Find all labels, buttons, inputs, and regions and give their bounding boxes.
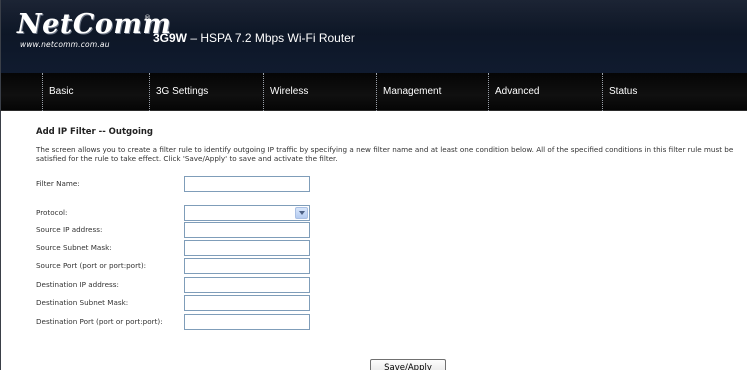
dest-mask-label: Destination Subnet Mask: bbox=[36, 298, 129, 307]
source-mask-input[interactable] bbox=[184, 240, 310, 256]
source-ip-label: Source IP address: bbox=[36, 225, 103, 234]
nav-item-basic[interactable]: Basic bbox=[42, 73, 73, 111]
dest-ip-row: Destination IP address: bbox=[36, 277, 336, 293]
nav-item-management[interactable]: Management bbox=[376, 73, 441, 111]
filter-name-label: Filter Name: bbox=[36, 179, 80, 188]
dest-port-label: Destination Port (port or port:port): bbox=[36, 317, 163, 326]
page-description: The screen allows you to create a filter… bbox=[36, 145, 734, 163]
page-title: Add IP Filter -- Outgoing bbox=[36, 127, 153, 137]
main-content: Add IP Filter -- Outgoing The screen all… bbox=[0, 111, 747, 370]
nav-item-status[interactable]: Status bbox=[602, 73, 637, 111]
dest-mask-input[interactable] bbox=[184, 295, 310, 311]
source-mask-row: Source Subnet Mask: bbox=[36, 240, 336, 256]
filter-name-row: Filter Name: bbox=[36, 176, 336, 192]
nav-item-advanced[interactable]: Advanced bbox=[488, 73, 539, 111]
source-ip-row: Source IP address: bbox=[36, 222, 336, 238]
logo-url: www.netcomm.com.au bbox=[20, 40, 110, 49]
dest-port-input[interactable] bbox=[184, 314, 310, 330]
nav-item-3g-settings[interactable]: 3G Settings bbox=[149, 73, 208, 111]
protocol-select[interactable] bbox=[184, 205, 310, 221]
dest-ip-label: Destination IP address: bbox=[36, 280, 119, 289]
protocol-row: Protocol: bbox=[36, 205, 336, 221]
header: NetComm ® www.netcomm.com.au 3G9W – HSPA… bbox=[0, 0, 747, 73]
source-mask-label: Source Subnet Mask: bbox=[36, 243, 112, 252]
dest-mask-row: Destination Subnet Mask: bbox=[36, 295, 336, 311]
product-desc: – HSPA 7.2 Mbps Wi-Fi Router bbox=[187, 31, 355, 45]
source-port-input[interactable] bbox=[184, 258, 310, 274]
source-port-label: Source Port (port or port:port): bbox=[36, 261, 147, 270]
product-title: 3G9W – HSPA 7.2 Mbps Wi-Fi Router bbox=[153, 31, 355, 45]
main-nav: Basic 3G Settings Wireless Management Ad… bbox=[0, 73, 747, 111]
netcomm-logo: NetComm ® www.netcomm.com.au bbox=[17, 10, 171, 54]
source-ip-input[interactable] bbox=[184, 222, 310, 238]
protocol-label: Protocol: bbox=[36, 208, 68, 217]
source-port-row: Source Port (port or port:port): bbox=[36, 258, 336, 274]
dest-port-row: Destination Port (port or port:port): bbox=[36, 314, 336, 330]
filter-name-input[interactable] bbox=[184, 176, 310, 192]
logo-registered-mark: ® bbox=[144, 14, 151, 22]
chevron-down-icon[interactable] bbox=[295, 207, 308, 219]
dest-ip-input[interactable] bbox=[184, 277, 310, 293]
nav-item-wireless[interactable]: Wireless bbox=[263, 73, 308, 111]
save-apply-button[interactable]: Save/Apply bbox=[370, 359, 446, 370]
product-model: 3G9W bbox=[153, 31, 188, 45]
